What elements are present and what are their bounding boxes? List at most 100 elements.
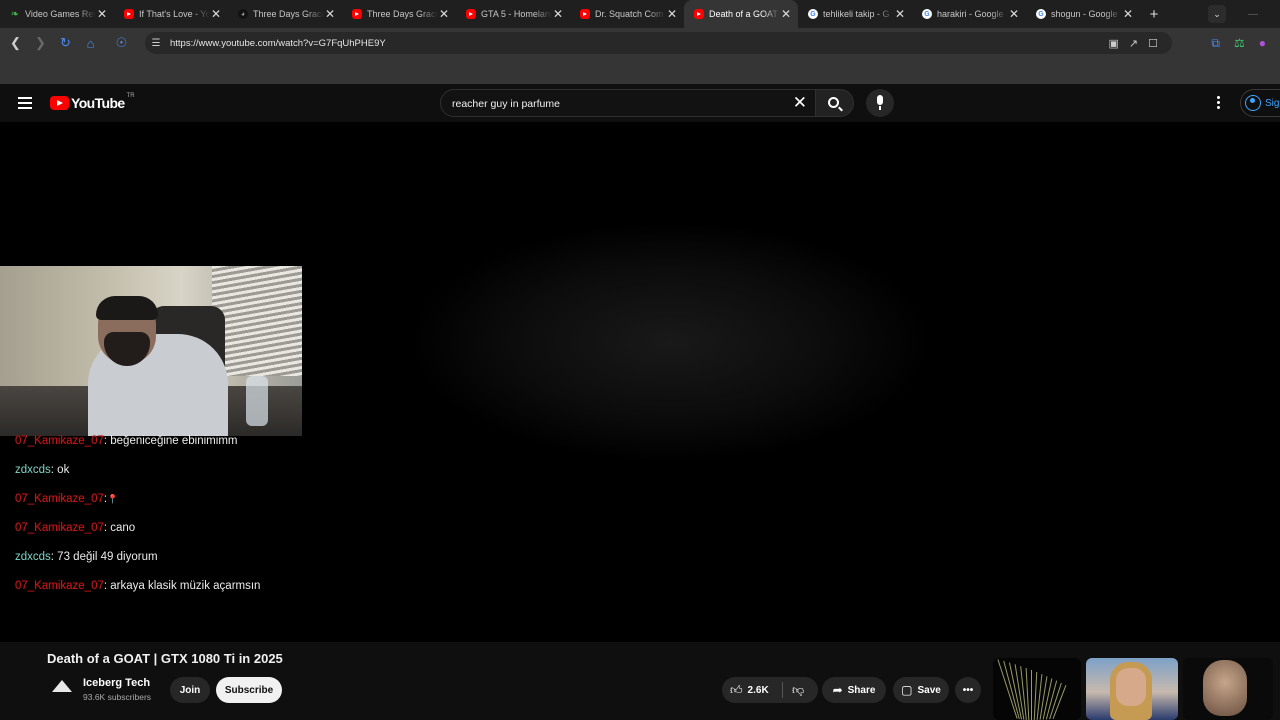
- join-button[interactable]: Join: [170, 677, 210, 703]
- dark-icon: ◕: [238, 9, 248, 19]
- close-tab-icon[interactable]: ✕: [894, 7, 906, 21]
- green-leaf-icon: ❧: [10, 8, 20, 20]
- settings-menu-icon[interactable]: [1217, 96, 1221, 109]
- youtube-icon: [124, 9, 134, 19]
- thumbs-up-icon: 👍︎: [730, 682, 743, 697]
- subscriber-count: 93.6K subscribers: [83, 692, 152, 702]
- video-title: Death of a GOAT | GTX 1080 Ti in 2025: [47, 651, 283, 666]
- extensions-icon[interactable]: ⧉: [1211, 36, 1220, 51]
- close-tab-icon[interactable]: ✕: [96, 7, 108, 21]
- url-text[interactable]: https://www.youtube.com/watch?v=G7FqUhPH…: [170, 38, 386, 49]
- browser-tab[interactable]: GTA 5 - Homeland ✕: [456, 0, 570, 28]
- hamburger-menu-icon[interactable]: [18, 97, 32, 109]
- tab-title: shogun - Google: [1051, 9, 1118, 19]
- search-button[interactable]: [815, 89, 854, 117]
- toolbar-strip: [0, 58, 1280, 84]
- save-label: Save: [917, 684, 941, 696]
- youtube-logo[interactable]: YouTube TR: [50, 93, 135, 111]
- extension-icon[interactable]: ☉: [109, 35, 134, 51]
- back-icon[interactable]: ❮: [3, 35, 28, 51]
- browser-tab[interactable]: Gshogun - Google ✕: [1026, 0, 1140, 28]
- site-info-icon[interactable]: ☰: [145, 38, 167, 49]
- search-input[interactable]: reacher guy in parfume ✕: [440, 89, 816, 117]
- youtube-icon: [580, 9, 590, 19]
- chat-text: : arkaya klasik müzik açarmsın: [103, 580, 261, 592]
- close-tab-icon[interactable]: ✕: [666, 7, 678, 21]
- browser-tab[interactable]: Gharakiri - Google ✕: [912, 0, 1026, 28]
- chat-message: zdxcds: ok: [15, 460, 285, 480]
- share-label: Share: [847, 684, 876, 696]
- browser-navbar: ❮ ❯ ↻ ⌂ ☉ ☰ https://www.youtube.com/watc…: [0, 28, 1280, 58]
- related-thumbnail-3[interactable]: [1183, 658, 1273, 720]
- chat-text: : ok: [50, 464, 70, 476]
- subscribe-button[interactable]: Subscribe: [216, 677, 282, 703]
- browser-tab[interactable]: Death of a GOAT ✕: [684, 0, 798, 28]
- chat-message: 07_Kamikaze_07: arkaya klasik müzik açar…: [15, 576, 285, 596]
- webcam-overlay: [0, 266, 302, 436]
- youtube-header: YouTube TR reacher guy in parfume ✕ Sig: [0, 84, 1280, 122]
- tab-search-icon[interactable]: ⌄: [1208, 5, 1226, 23]
- thumbs-down-icon[interactable]: 👎︎: [792, 683, 804, 698]
- chat-username: zdxcds: [15, 464, 51, 476]
- tab-title: Video Games Rev: [25, 9, 96, 19]
- forward-icon[interactable]: ❯: [28, 35, 53, 51]
- home-icon[interactable]: ⌂: [78, 36, 103, 51]
- youtube-wordmark: YouTube: [71, 95, 125, 111]
- save-button[interactable]: ▢ Save: [893, 677, 949, 703]
- window-blind: [212, 266, 302, 376]
- labs-icon[interactable]: ⚖: [1234, 36, 1245, 50]
- chat-message: 07_Kamikaze_07: beğeniceğine ebinimimm: [15, 431, 285, 451]
- related-thumbnail-1[interactable]: [993, 658, 1081, 720]
- clear-search-icon[interactable]: ✕: [793, 93, 807, 113]
- like-count: 2.6K: [747, 684, 769, 696]
- search-icon: [828, 97, 839, 108]
- google-icon: G: [808, 9, 818, 19]
- browser-tab[interactable]: ❧ Video Games Rev ✕: [0, 0, 114, 28]
- related-thumbnail-2[interactable]: [1086, 658, 1178, 720]
- address-bar[interactable]: ☰ https://www.youtube.com/watch?v=G7FqUh…: [145, 32, 1172, 54]
- share-page-icon[interactable]: ↗: [1129, 37, 1138, 50]
- video-player[interactable]: 07_Kamikaze_07: beğeniceğine ebinimimm zd…: [0, 122, 1280, 642]
- tab-title: harakiri - Google: [937, 9, 1004, 19]
- close-tab-icon[interactable]: ✕: [438, 7, 450, 21]
- new-tab-icon[interactable]: +: [1142, 6, 1166, 23]
- chat-message: 07_Kamikaze_07: cano: [15, 518, 285, 538]
- browser-tab[interactable]: Three Days Grace ✕: [342, 0, 456, 28]
- chat-username: 07_Kamikaze_07: [15, 493, 104, 505]
- reload-icon[interactable]: ↻: [53, 35, 78, 51]
- close-tab-icon[interactable]: ✕: [210, 7, 222, 21]
- channel-name[interactable]: Iceberg Tech: [83, 677, 150, 689]
- install-app-icon[interactable]: ▣: [1109, 37, 1119, 50]
- youtube-icon: [694, 9, 704, 19]
- tab-title: If That's Love - Yo: [139, 9, 210, 19]
- search-query[interactable]: reacher guy in parfume: [452, 98, 560, 110]
- browser-tab[interactable]: Dr. Squatch Com ✕: [570, 0, 684, 28]
- voice-search-icon[interactable]: [866, 89, 894, 117]
- sign-in-button[interactable]: Sig: [1240, 89, 1280, 117]
- save-icon: ▢: [901, 683, 913, 697]
- account-icon: [1245, 95, 1261, 111]
- youtube-play-icon: [50, 96, 69, 110]
- bookmark-icon[interactable]: ☐: [1148, 37, 1158, 50]
- channel-avatar[interactable]: [50, 676, 74, 700]
- close-tab-icon[interactable]: ✕: [1122, 7, 1134, 21]
- browser-tab[interactable]: ◕ Three Days Grace ✕: [228, 0, 342, 28]
- chat-text: : 73 değil 49 diyorum: [50, 551, 158, 563]
- chat-message: zdxcds: 73 değil 49 diyorum: [15, 547, 285, 567]
- browser-tab[interactable]: If That's Love - Yo ✕: [114, 0, 228, 28]
- thumb-figure-face: [1116, 668, 1146, 706]
- minimize-icon[interactable]: —: [1248, 9, 1258, 20]
- more-actions-icon[interactable]: •••: [955, 677, 981, 703]
- pin-emoji-icon: 📍: [107, 494, 119, 504]
- profile-icon[interactable]: ●: [1259, 36, 1266, 50]
- tab-title: Death of a GOAT: [709, 9, 778, 19]
- close-tab-icon[interactable]: ✕: [552, 7, 564, 21]
- share-button[interactable]: ➦ Share: [822, 677, 886, 703]
- browser-tabstrip: ❧ Video Games Rev ✕ If That's Love - Yo ✕ ◕ Th…: [0, 0, 1280, 28]
- close-tab-icon[interactable]: ✕: [1008, 7, 1020, 21]
- chat-username: zdxcds: [15, 551, 51, 563]
- close-tab-icon[interactable]: ✕: [324, 7, 336, 21]
- close-tab-icon[interactable]: ✕: [780, 7, 792, 21]
- browser-tab[interactable]: Gtehlikeli takip - G ✕: [798, 0, 912, 28]
- like-button[interactable]: 👍︎ 2.6K 👎︎: [722, 677, 818, 703]
